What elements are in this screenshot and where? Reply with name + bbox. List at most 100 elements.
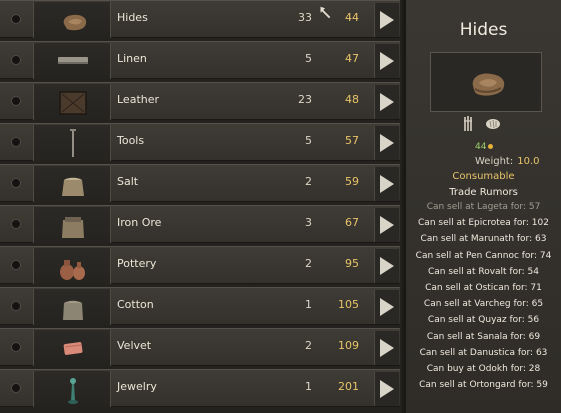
- trade-rumor-item: Can sell at Marunath for: 63: [420, 234, 547, 245]
- select-radio[interactable]: [11, 219, 21, 229]
- sell-arrow-button[interactable]: [374, 290, 399, 324]
- inventory-list: Hides 33 44 Linen 5 47 Leather 23 48 Tools 5 57 Salt…: [0, 0, 402, 413]
- item-value: 44: [475, 142, 487, 152]
- item-row[interactable]: Jewelry 1 201: [0, 369, 400, 407]
- item-price: 47: [345, 52, 359, 65]
- play-arrow-icon: [380, 52, 394, 70]
- item-price: 201: [338, 380, 359, 393]
- trade-rumor-item: Can sell at Lageta for: 57: [426, 202, 541, 212]
- item-name: Salt: [117, 175, 139, 188]
- select-radio[interactable]: [11, 55, 21, 65]
- item-price: 109: [338, 339, 359, 352]
- trade-rumor-item: Can sell at Varcheg for: 65: [423, 299, 544, 310]
- item-price: 105: [338, 298, 359, 311]
- salt-icon: [33, 166, 111, 202]
- item-price: 67: [345, 216, 359, 229]
- item-row[interactable]: Cotton 1 105: [0, 287, 400, 325]
- item-preview-image: [430, 52, 542, 112]
- item-name: Pottery: [117, 257, 157, 270]
- item-quantity: 23: [298, 93, 312, 106]
- select-radio[interactable]: [11, 383, 21, 393]
- item-name: Cotton: [117, 298, 154, 311]
- hides-icon: [33, 2, 111, 38]
- tools-icon: [33, 125, 111, 161]
- item-row[interactable]: Hides 33 44: [0, 0, 400, 38]
- linen-icon: [33, 43, 111, 79]
- coin-icon: [488, 144, 493, 149]
- sell-arrow-button[interactable]: [374, 44, 399, 78]
- weight-value: 10.0: [517, 156, 540, 167]
- trade-rumor-item: Can buy at Odokh for: 28: [426, 364, 541, 374]
- sell-arrow-button[interactable]: [374, 208, 399, 242]
- select-radio[interactable]: [11, 260, 21, 270]
- panel-title: Hides: [459, 20, 508, 40]
- item-category: Consumable: [452, 171, 515, 182]
- sell-arrow-button[interactable]: [374, 167, 399, 201]
- item-name: Velvet: [117, 339, 152, 352]
- item-price: 48: [345, 93, 359, 106]
- hand-cursor-icon: [319, 5, 332, 20]
- play-arrow-icon: [380, 380, 394, 398]
- tools-trade-icon: [464, 116, 472, 131]
- play-arrow-icon: [380, 11, 394, 29]
- item-row[interactable]: Iron Ore 3 67: [0, 205, 400, 243]
- item-quantity: 5: [305, 52, 312, 65]
- sell-arrow-button[interactable]: [374, 331, 399, 365]
- play-arrow-icon: [380, 339, 394, 357]
- trade-rumor-item: Can sell at Epicrotea for: 102: [418, 218, 549, 229]
- play-arrow-icon: [380, 216, 394, 234]
- sell-arrow-button[interactable]: [374, 372, 399, 406]
- select-radio[interactable]: [11, 14, 21, 24]
- sell-arrow-button[interactable]: [374, 126, 399, 160]
- trade-rumor-item: Can sell at Quyaz for: 56: [427, 315, 540, 326]
- item-row[interactable]: Salt 2 59: [0, 164, 400, 202]
- item-row[interactable]: Leather 23 48: [0, 82, 400, 120]
- item-price: 57: [345, 134, 359, 147]
- select-radio[interactable]: [11, 342, 21, 352]
- item-quantity: 1: [305, 298, 312, 311]
- item-row[interactable]: Tools 5 57: [0, 123, 400, 161]
- item-price: 59: [345, 175, 359, 188]
- item-name: Linen: [117, 52, 147, 65]
- play-arrow-icon: [380, 134, 394, 152]
- sell-arrow-button[interactable]: [374, 85, 399, 119]
- play-arrow-icon: [380, 257, 394, 275]
- item-quantity: 2: [305, 339, 312, 352]
- item-quantity: 2: [305, 257, 312, 270]
- trade-rumor-item: Can sell at Danustica for: 63: [419, 347, 548, 358]
- velvet-icon: [33, 330, 111, 366]
- item-name: Hides: [117, 11, 148, 24]
- item-quantity: 5: [305, 134, 312, 147]
- trade-rumor-item: Can sell at Ortongard for: 59: [419, 380, 548, 391]
- item-name: Tools: [117, 134, 145, 147]
- sell-arrow-button[interactable]: [374, 249, 399, 283]
- pottery-icon: [33, 248, 111, 284]
- item-name: Jewelry: [117, 380, 157, 393]
- item-weight: Weight: 10.0: [475, 156, 539, 167]
- trade-rumor-item: Can sell at Pen Cannoc for: 74: [415, 250, 552, 261]
- trade-rumor-item: Can sell at Rovalt for: 54: [427, 266, 539, 277]
- select-radio[interactable]: [11, 137, 21, 147]
- select-radio[interactable]: [11, 96, 21, 106]
- trade-rumor-item: Can sell at Sanala for: 69: [426, 331, 541, 342]
- weight-label: Weight:: [475, 156, 514, 167]
- leather-icon: [33, 84, 111, 120]
- item-row[interactable]: Linen 5 47: [0, 41, 400, 79]
- cotton-icon: [33, 289, 111, 325]
- item-name: Iron Ore: [117, 216, 162, 229]
- select-radio[interactable]: [11, 178, 21, 188]
- bread-icon: [486, 119, 500, 129]
- item-row[interactable]: Pottery 2 95: [0, 246, 400, 284]
- item-price: 95: [345, 257, 359, 270]
- play-arrow-icon: [380, 298, 394, 316]
- item-quantity: 3: [305, 216, 312, 229]
- iron-ore-icon: [33, 207, 111, 243]
- item-name: Leather: [117, 93, 160, 106]
- select-radio[interactable]: [11, 301, 21, 311]
- jewelry-icon: [33, 371, 111, 407]
- sell-arrow-button[interactable]: [374, 3, 399, 37]
- trade-rumors-heading: Trade Rumors: [449, 187, 518, 198]
- item-row[interactable]: Velvet 2 109: [0, 328, 400, 366]
- item-quantity: 1: [305, 380, 312, 393]
- item-quantity: 2: [305, 175, 312, 188]
